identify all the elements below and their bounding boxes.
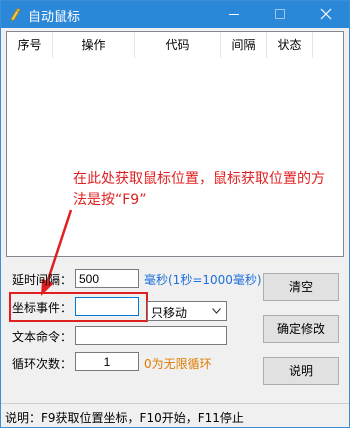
maximize-icon <box>275 9 285 19</box>
status-bar: 说明：F9获取位置坐标，F10开始，F11停止 <box>1 403 349 427</box>
title-bar[interactable]: 自动鼠标 <box>1 1 349 28</box>
column-header-interval[interactable]: 间隔 <box>221 32 267 58</box>
minimize-icon <box>229 14 239 15</box>
text-command-label: 文本命令： <box>12 330 73 344</box>
close-icon <box>320 8 332 20</box>
loop-label: 循环次数： <box>12 357 73 371</box>
status-text: 说明：F9获取位置坐标，F10开始，F11停止 <box>5 411 244 425</box>
column-header-index[interactable]: 序号 <box>7 32 53 58</box>
delay-hint: 毫秒(1秒=1000毫秒) <box>144 273 262 287</box>
maximize-button[interactable] <box>257 1 303 28</box>
chevron-down-icon <box>212 308 221 314</box>
delay-input[interactable] <box>75 269 139 288</box>
coord-action-select[interactable]: 只移动 <box>147 301 227 321</box>
annotation-text: 在此处获取鼠标位置，鼠标获取位置的方法是按“F9” <box>73 171 325 208</box>
coord-input[interactable] <box>75 297 139 316</box>
clear-button[interactable]: 清空 <box>263 273 339 301</box>
text-command-input[interactable] <box>75 326 227 345</box>
list-header: 序号 操作 代码 间隔 状态 <box>7 32 343 58</box>
loop-input[interactable] <box>75 352 139 371</box>
delay-label: 延时间隔： <box>12 273 73 287</box>
app-icon <box>10 8 21 21</box>
action-list[interactable]: 序号 操作 代码 间隔 状态 <box>6 31 344 257</box>
close-button[interactable] <box>303 1 349 28</box>
column-header-code[interactable]: 代码 <box>135 32 221 58</box>
window-title: 自动鼠标 <box>28 10 81 25</box>
column-header-status[interactable]: 状态 <box>267 32 313 58</box>
coord-action-value: 只移动 <box>151 306 188 320</box>
minimize-button[interactable] <box>211 1 257 28</box>
loop-hint: 0为无限循环 <box>144 357 212 371</box>
column-header-action[interactable]: 操作 <box>53 32 135 58</box>
coord-label: 坐标事件： <box>12 301 73 315</box>
help-button[interactable]: 说明 <box>263 357 339 385</box>
app-window: 自动鼠标 序号 操作 代码 间隔 状态 在此处获取鼠标位置，鼠标获取位置的方法是… <box>0 0 350 428</box>
confirm-edit-button[interactable]: 确定修改 <box>263 315 339 343</box>
